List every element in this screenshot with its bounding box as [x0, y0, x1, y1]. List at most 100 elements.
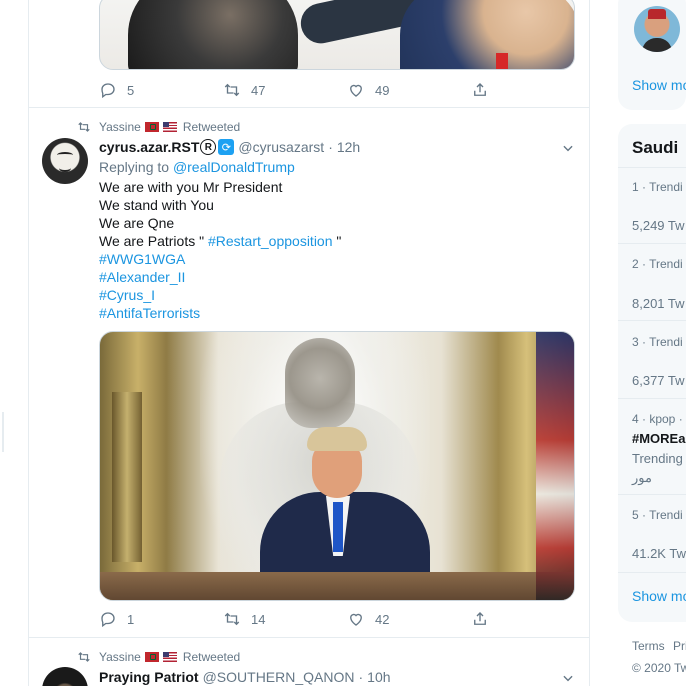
footer-terms-link[interactable]: Terms [632, 639, 665, 653]
trend-divider [618, 243, 686, 244]
tweet-time[interactable]: 12h [337, 139, 360, 155]
retweeted-label: Retweeted [182, 120, 241, 134]
separator-dot: · [328, 139, 333, 155]
trend-meta[interactable]: 2 · Trendi [632, 257, 683, 271]
tweet-line-suffix: " [336, 233, 342, 249]
image-ghost-head [285, 338, 355, 428]
trend-subtext[interactable]: Trending [632, 451, 683, 466]
trend-divider [618, 494, 686, 495]
trend-meta[interactable]: 4 · kpop · [632, 412, 683, 426]
hashtag-link[interactable]: #WWG1WGA [99, 250, 341, 268]
heart-icon [350, 84, 362, 97]
share-button[interactable] [471, 610, 499, 628]
replying-to: Replying to @realDonaldTrump [99, 159, 295, 175]
retweeter-name[interactable]: Yassine [99, 120, 141, 134]
retweet-count: 47 [251, 82, 266, 98]
morocco-flag-icon [144, 652, 159, 662]
left-edge-tab [0, 412, 4, 452]
retweet-icon [224, 612, 240, 626]
like-count: 42 [375, 611, 390, 627]
author-avatar[interactable] [42, 667, 88, 686]
like-count: 49 [375, 82, 390, 98]
like-button[interactable]: 42 [347, 610, 471, 628]
previous-tweet-media[interactable] [99, 0, 575, 70]
image-lamp [112, 392, 142, 562]
hashtag-link[interactable]: #Alexander_II [99, 268, 341, 286]
author-handle[interactable]: @cyrusazarst [238, 139, 324, 155]
retweet-context: Yassine Retweeted [77, 650, 240, 664]
reply-icon [101, 83, 115, 99]
retweet-button[interactable]: 47 [223, 81, 347, 99]
like-button[interactable]: 49 [347, 81, 471, 99]
tweet-time[interactable]: 10h [367, 669, 390, 685]
reply-count: 5 [127, 82, 135, 98]
replying-to-mention[interactable]: @realDonaldTrump [173, 159, 295, 175]
trend-meta[interactable]: 3 · Trendi [632, 335, 683, 349]
image-desk [100, 572, 574, 600]
trend-count[interactable]: 5,249 Tw [632, 218, 685, 233]
author-handle[interactable]: @SOUTHERN_QANON [203, 669, 355, 685]
right-sidebar: Show mo Saudi 1 · Trendi 5,249 Tw 2 · Tr… [618, 0, 686, 686]
hashtag-link[interactable]: #AntifaTerrorists [99, 304, 341, 322]
tweet-media-image[interactable] [99, 331, 575, 601]
trend-divider [618, 398, 686, 399]
tweet-divider [29, 637, 589, 638]
reply-button[interactable]: 5 [99, 81, 223, 99]
tweet-text: We are with you Mr President We stand wi… [99, 178, 341, 322]
author-name[interactable]: Praying Patriot [99, 669, 199, 685]
footer-copyright: © 2020 Tw [632, 661, 686, 675]
cartoon-red-tie [496, 53, 508, 69]
chevron-down-icon[interactable] [561, 141, 575, 155]
tweet-line: We are Qne [99, 215, 175, 231]
trend-count[interactable]: 6,377 Tw [632, 373, 685, 388]
trend-extra[interactable]: مور [632, 470, 652, 486]
share-icon [474, 83, 486, 96]
retweet-icon [78, 652, 90, 662]
cartoon-figure-suit [400, 0, 574, 69]
reply-button[interactable]: 1 [99, 610, 223, 628]
tweet-divider [29, 107, 589, 108]
footer-privacy-link[interactable]: Pri [673, 639, 686, 653]
share-button[interactable] [471, 81, 499, 99]
retweet-button[interactable]: 14 [223, 610, 347, 628]
us-flag-icon [162, 652, 177, 662]
tweet-line-prefix: We are Patriots " [99, 233, 205, 249]
tweet-actions: 1 14 42 [99, 609, 499, 629]
trend-divider [618, 320, 686, 321]
morocco-flag-icon [144, 122, 159, 132]
reply-icon [101, 612, 115, 628]
hashtag-link[interactable]: #Cyrus_I [99, 286, 341, 304]
trend-name[interactable]: #MOREa [632, 431, 685, 446]
trend-divider [618, 167, 686, 168]
chevron-down-icon[interactable] [561, 671, 575, 685]
timeline: 5 47 49 Yassine Retweeted cyrus.azar.RST… [28, 0, 590, 686]
retweeter-name[interactable]: Yassine [99, 650, 141, 664]
hashtag-link[interactable]: #Restart_opposition [208, 233, 333, 249]
suggested-user-avatar[interactable] [634, 6, 680, 52]
registered-icon: R [200, 139, 217, 155]
trend-meta[interactable]: 5 · Trendi [632, 508, 683, 522]
image-flag [536, 332, 574, 600]
share-icon [474, 612, 486, 625]
trends-title: Saudi [632, 138, 679, 157]
tweet-header: cyrus.azar.RST R ⟳ @cyrusazarst · 12h [99, 139, 360, 155]
trend-meta[interactable]: 1 · Trendi [632, 180, 683, 194]
show-more-link[interactable]: Show mo [632, 588, 686, 604]
tweet-line: We are Patriots " #Restart_opposition " [99, 232, 341, 250]
tweet-line: We are with you Mr President [99, 179, 283, 195]
author-avatar[interactable] [42, 138, 88, 184]
retweet-context: Yassine Retweeted [77, 120, 240, 134]
heart-icon [350, 613, 362, 626]
previous-tweet-actions: 5 47 49 [99, 80, 499, 100]
trend-divider [618, 572, 686, 573]
sync-icon: ⟳ [218, 139, 235, 155]
separator-dot: · [358, 669, 364, 685]
trend-count[interactable]: 41.2K Tw [632, 546, 686, 561]
retweet-count: 14 [251, 611, 266, 627]
replying-to-label: Replying to [99, 159, 170, 175]
trend-count[interactable]: 8,201 Tw [632, 296, 685, 311]
show-more-link[interactable]: Show mo [632, 77, 686, 93]
image-man-tie [333, 502, 343, 552]
retweet-icon [224, 83, 240, 97]
author-name[interactable]: cyrus.azar.RST [99, 139, 199, 155]
